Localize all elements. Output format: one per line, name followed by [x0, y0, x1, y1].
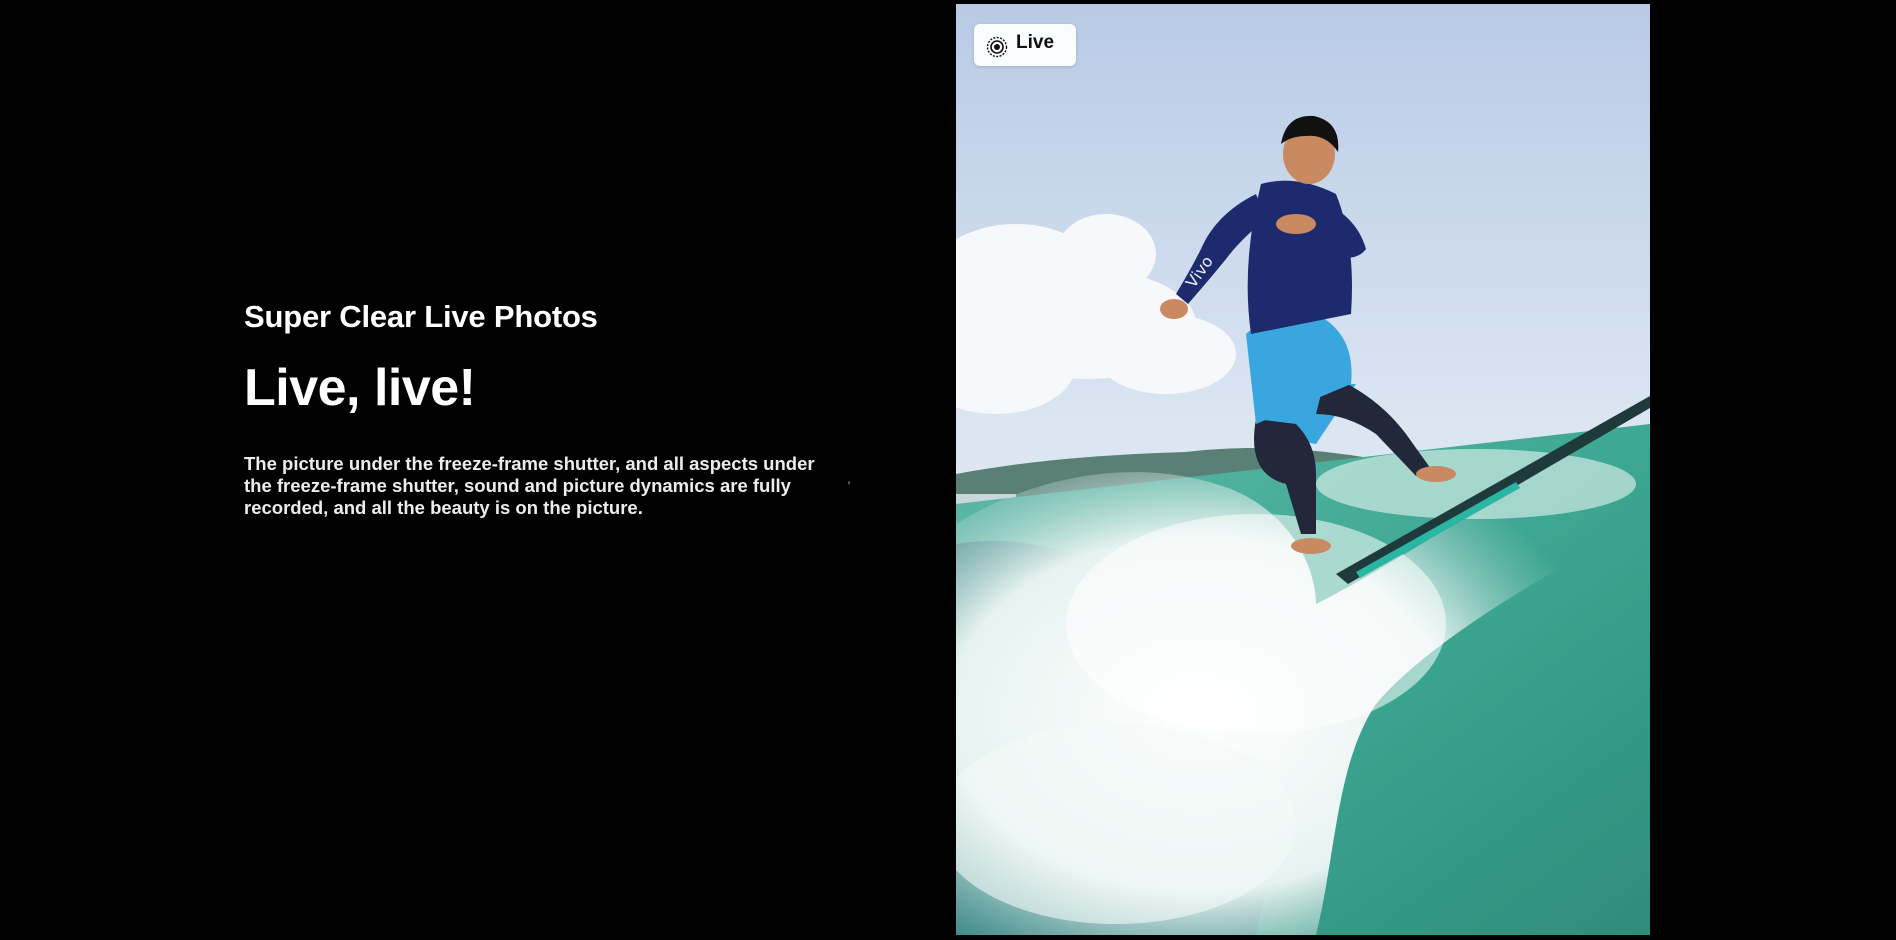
live-photo[interactable]: Vivo Live — [956, 4, 1650, 935]
stray-comma-mark: , — [847, 470, 851, 486]
feature-headline: Live, live! — [244, 359, 476, 418]
surfer-photo-illustration: Vivo — [956, 4, 1650, 935]
hero-text-block: Super Clear Live Photos Live, live! The … — [244, 299, 844, 519]
live-badge[interactable]: Live — [974, 24, 1077, 66]
live-photo-icon — [986, 36, 1008, 58]
feature-description: The picture under the freeze-frame shutt… — [244, 453, 815, 519]
live-badge-label: Live — [1016, 32, 1055, 53]
page: Super Clear Live Photos Live, live! The … — [0, 0, 1896, 940]
feature-eyebrow: Super Clear Live Photos — [244, 299, 598, 334]
